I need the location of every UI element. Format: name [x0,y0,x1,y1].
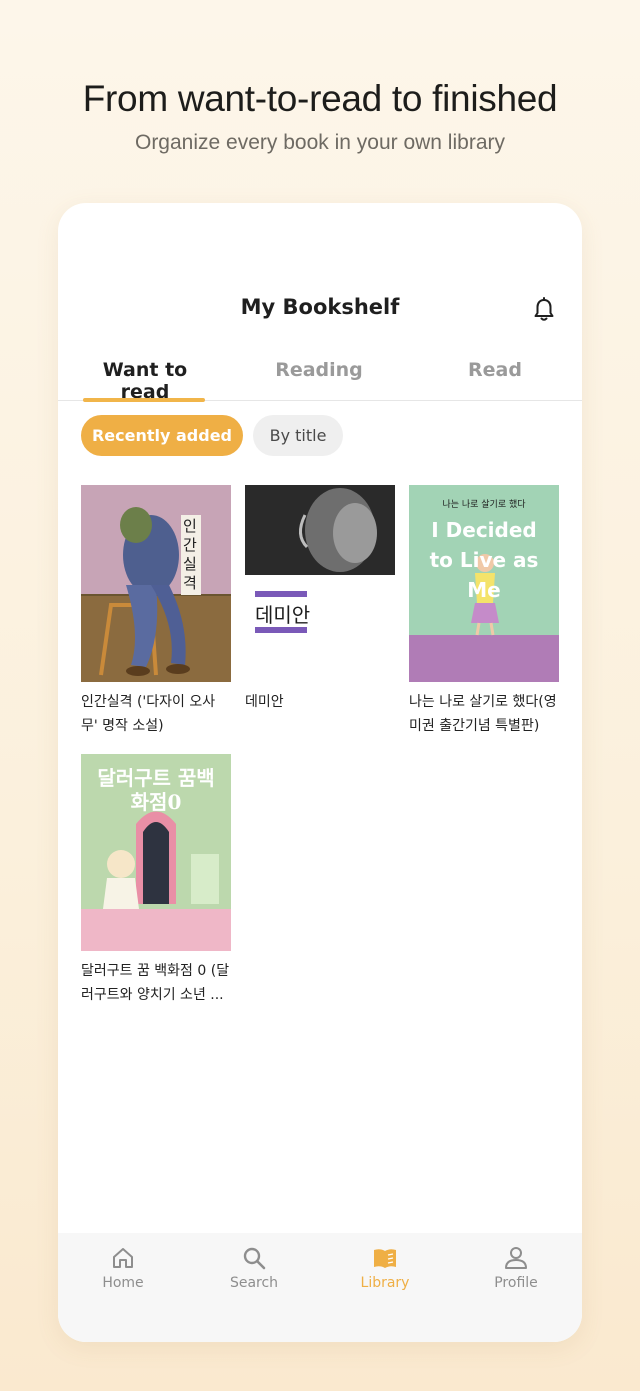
tab-want-to-read[interactable]: Want to read [80,359,210,403]
nav-label: Profile [494,1275,538,1291]
hero-subtitle: Organize every book in your own library [134,131,505,154]
nav-library[interactable]: Library [345,1245,425,1291]
phone-frame: My Bookshelf Want to read Reading Read R… [58,203,582,1342]
nav-label: Library [360,1275,410,1291]
cover-top-text: 나는 나로 살기로 했다 [442,500,526,510]
book-cover: 나는 나로 살기로 했다 I Decided to Live as Me [409,485,559,682]
nav-profile[interactable]: Profile [476,1245,556,1291]
book-title: 인간실격 ('다자이 오사무' 명작 소설) [81,694,216,734]
cover-title: 달러구트 꿈백화점0 [97,766,215,814]
book-cover: 데미안 [245,485,395,682]
active-tab-indicator [83,398,205,402]
book-cover: 달러구트 꿈백화점0 [81,754,231,951]
sort-recently-added-chip[interactable]: Recently added [81,415,243,456]
bell-icon[interactable] [532,297,556,323]
cover-title: 데미안 [255,603,311,627]
book-item[interactable]: 나는 나로 살기로 했다 I Decided to Live as Me 나는 … [409,485,559,738]
hero-title: From want-to-read to finished [82,78,558,119]
book-title: 달러구트 꿈 백화점 0 (달러구트와 양치기 소년 ... [81,963,230,1003]
nav-label: Home [102,1275,144,1291]
search-icon [243,1247,266,1270]
cover-title: I Decided to Live as Me [429,518,539,602]
nav-search[interactable]: Search [214,1245,294,1291]
book-item[interactable]: 달러구트 꿈백화점0 달러구트 꿈 백화점 0 (달러구트와 양치기 소년 ..… [81,754,231,1007]
profile-icon [505,1247,527,1269]
book-item[interactable]: 인간실격 인간실격 ('다자이 오사무' 명작 소설) [81,485,231,738]
book-item[interactable]: 데미안 데미안 [245,485,395,714]
home-icon [113,1248,133,1268]
book-cover: 인간실격 [81,485,231,682]
tab-read[interactable]: Read [430,359,560,381]
sort-by-title-chip[interactable]: By title [253,415,343,456]
tab-reading[interactable]: Reading [254,359,384,381]
cover-title: 인간실격 [183,517,197,592]
nav-label: Search [229,1275,279,1291]
tab-bar: Want to read Reading Read [58,353,582,403]
book-title: 데미안 [245,694,284,710]
page-title: My Bookshelf [240,295,400,319]
book-title: 나는 나로 살기로 했다(영미권 출간기념 특별판) (... [409,694,557,734]
bottom-navigation: Home Search Library Profile [58,1233,582,1342]
nav-home[interactable]: Home [83,1245,163,1291]
library-icon [374,1249,396,1268]
